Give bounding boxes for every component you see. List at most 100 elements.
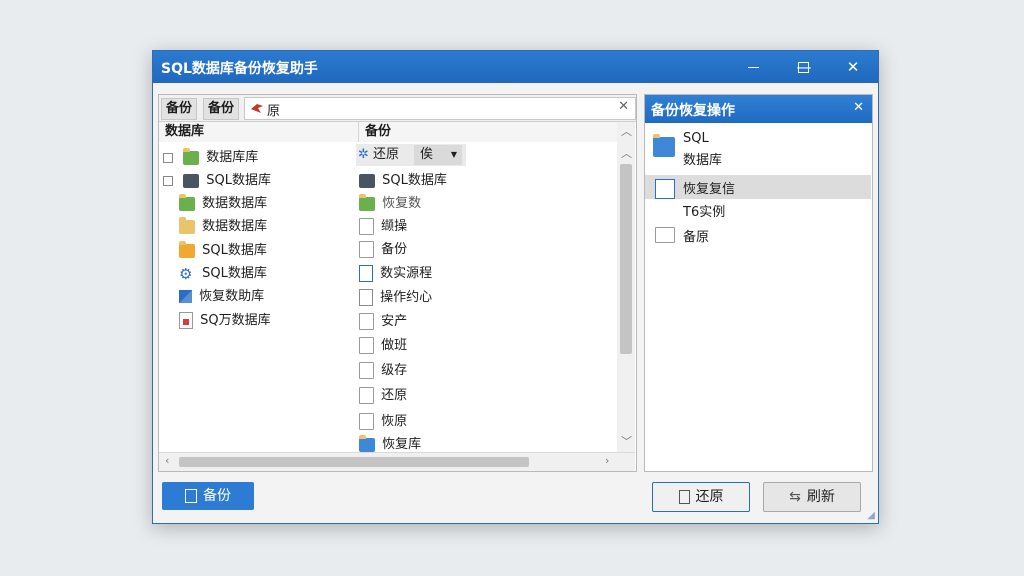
list-item[interactable]: 备份 — [359, 239, 407, 261]
scrollbar-thumb[interactable] — [179, 457, 529, 467]
maximize-button[interactable] — [783, 55, 823, 79]
operation-item-selected[interactable]: 恢复复信 — [645, 175, 871, 199]
server-icon — [183, 173, 200, 188]
list-item[interactable]: 级存 — [359, 360, 407, 382]
list-item[interactable]: 恢原 — [359, 411, 407, 433]
folder-icon — [359, 434, 375, 452]
address-text: 原 — [267, 104, 281, 119]
refresh-icon: ⇆ — [789, 489, 801, 505]
database-folder-icon — [179, 240, 195, 258]
address-icon — [250, 102, 263, 113]
tree-item-label: 数据数据库 — [202, 219, 268, 234]
close-icon[interactable]: ✕ — [853, 100, 864, 115]
scroll-up-icon[interactable]: ︿ — [621, 123, 632, 139]
window-title: SQL数据库备份恢复助手 — [161, 61, 318, 77]
minimize-button[interactable] — [733, 55, 773, 79]
list-item[interactable]: SQL数据库 — [359, 170, 447, 192]
tree-item[interactable]: SQL数据库 — [179, 240, 267, 262]
list-item[interactable]: 恢复库 — [359, 434, 421, 453]
scrollbar-thumb[interactable] — [620, 164, 632, 354]
expander-icon[interactable] — [163, 152, 173, 163]
scroll-right-icon[interactable]: › — [605, 454, 609, 467]
tree-item[interactable]: 数据数据库 — [179, 216, 267, 238]
blank-file-icon — [359, 218, 374, 235]
chevron-down-icon: ▼ — [450, 150, 457, 159]
scroll-down-icon[interactable]: ﹀ — [621, 433, 632, 449]
blank-file-icon — [359, 241, 374, 258]
scroll-up-icon[interactable]: ︿ — [621, 145, 632, 161]
tree-item-label: 恢复数助库 — [199, 289, 265, 304]
list-item[interactable]: 还原 — [359, 385, 407, 407]
server-icon — [359, 173, 375, 188]
tree-item[interactable]: 数据库库 — [163, 147, 258, 169]
backup-button[interactable]: 备份 — [162, 482, 254, 510]
expander-icon[interactable] — [163, 175, 173, 186]
close-button[interactable]: ✕ — [833, 55, 873, 79]
options-dropdown[interactable]: 俟 ▼ — [414, 145, 462, 165]
list-item[interactable]: 做班 — [359, 335, 407, 357]
document-icon — [359, 265, 373, 282]
folder-icon — [655, 227, 675, 243]
refresh-button[interactable]: ⇆ 刷新 — [763, 482, 861, 512]
minimize-icon — [747, 67, 759, 68]
database-folder-icon — [179, 216, 195, 234]
database-folder-icon — [183, 147, 200, 165]
tree-item[interactable]: ⚙ SQL数据库 — [179, 263, 267, 285]
backup-file-list: SQL数据库 恢复数 缬操 备份 数实源程 操作约心 安产 做班 级存 还原 恢… — [359, 167, 611, 453]
main-window: SQL数据库备份恢复助手 — ✕ 备份 备份 原 ✕ 数据库 备份 数据库库 S… — [152, 50, 879, 524]
blank-file-icon — [359, 313, 374, 330]
report-icon — [179, 312, 193, 329]
blank-file-icon — [359, 362, 374, 379]
restore-toolbar-button[interactable]: ✲ 还原 — [358, 145, 399, 165]
restore-button[interactable]: 还原 — [652, 482, 750, 512]
tree-item-label: SQL数据库 — [202, 266, 267, 281]
database-tree: 数据库库 SQL数据库 数据数据库 数据数据库 SQL数据库 ⚙ SQL数据库 … — [159, 143, 354, 461]
restore-icon — [678, 490, 690, 504]
tree-item-label: 数据数据库 — [202, 196, 268, 211]
database-folder-icon — [179, 193, 195, 211]
list-item[interactable]: 数实源程 — [359, 263, 432, 285]
maximize-icon — [797, 62, 809, 73]
operations-panel-header: 备份恢复操作 ✕ — [645, 95, 872, 123]
address-clear-icon[interactable]: ✕ — [618, 99, 629, 114]
tree-item[interactable]: SQ万数据库 — [179, 310, 271, 332]
restore-toolbar-icon: ✲ — [358, 147, 369, 162]
close-icon: ✕ — [846, 58, 860, 76]
tree-item-label: SQL数据库 — [202, 243, 267, 258]
horizontal-scrollbar[interactable]: ‹ › — [159, 452, 635, 471]
blank-file-icon — [359, 387, 374, 404]
gear-icon: ⚙ — [179, 264, 193, 283]
address-bar[interactable]: 原 ✕ — [244, 97, 636, 120]
restore-icon — [655, 179, 675, 199]
operation-item[interactable]: 备原 — [653, 223, 863, 247]
list-item[interactable]: 恢复数 — [359, 193, 421, 215]
tab-backup-2[interactable]: 备份 — [203, 98, 240, 120]
tree-item[interactable]: 数据数据库 — [179, 193, 267, 215]
operation-item-sublabel: T6实例 — [683, 205, 726, 220]
tree-item-label: 数据库库 — [206, 150, 259, 165]
blank-file-icon — [359, 413, 374, 430]
scroll-left-icon[interactable]: ‹ — [165, 454, 169, 467]
left-panel: 备份 备份 原 ✕ 数据库 备份 数据库库 SQL数据库 数据数据库 数据数据库… — [158, 94, 637, 472]
operation-item[interactable]: SQL 数据库 — [653, 131, 863, 171]
backup-icon — [185, 489, 197, 503]
blank-file-icon — [359, 337, 374, 354]
column-header-backup[interactable]: 备份 — [359, 122, 621, 142]
list-item[interactable]: 缬操 — [359, 216, 407, 238]
tab-backup-1[interactable]: 备份 — [161, 98, 198, 120]
list-item[interactable]: 操作约心 — [359, 287, 432, 309]
tree-item[interactable]: SQL数据库 — [163, 170, 271, 192]
tree-item-label: SQL数据库 — [206, 173, 272, 188]
resize-grip-icon[interactable]: ◢ — [867, 510, 875, 521]
tab-bar: 备份 备份 原 ✕ — [159, 95, 636, 122]
file-toolbar: ✲ 还原 俟 ▼ — [356, 144, 466, 166]
operations-panel: 备份恢复操作 ✕ SQL 数据库 恢复复信 T6实例 备原 — [644, 94, 873, 472]
database-folder-icon — [653, 134, 675, 157]
tree-item-label: SQ万数据库 — [200, 313, 271, 328]
tree-item[interactable]: 恢复数助库 — [179, 286, 264, 308]
checklist-icon — [359, 289, 373, 306]
operations-panel-title: 备份恢复操作 — [651, 103, 735, 119]
column-header-database[interactable]: 数据库 — [159, 122, 359, 142]
vertical-scrollbar[interactable]: ︿ ︿ ﹀ — [617, 122, 635, 452]
list-item[interactable]: 安产 — [359, 311, 407, 333]
